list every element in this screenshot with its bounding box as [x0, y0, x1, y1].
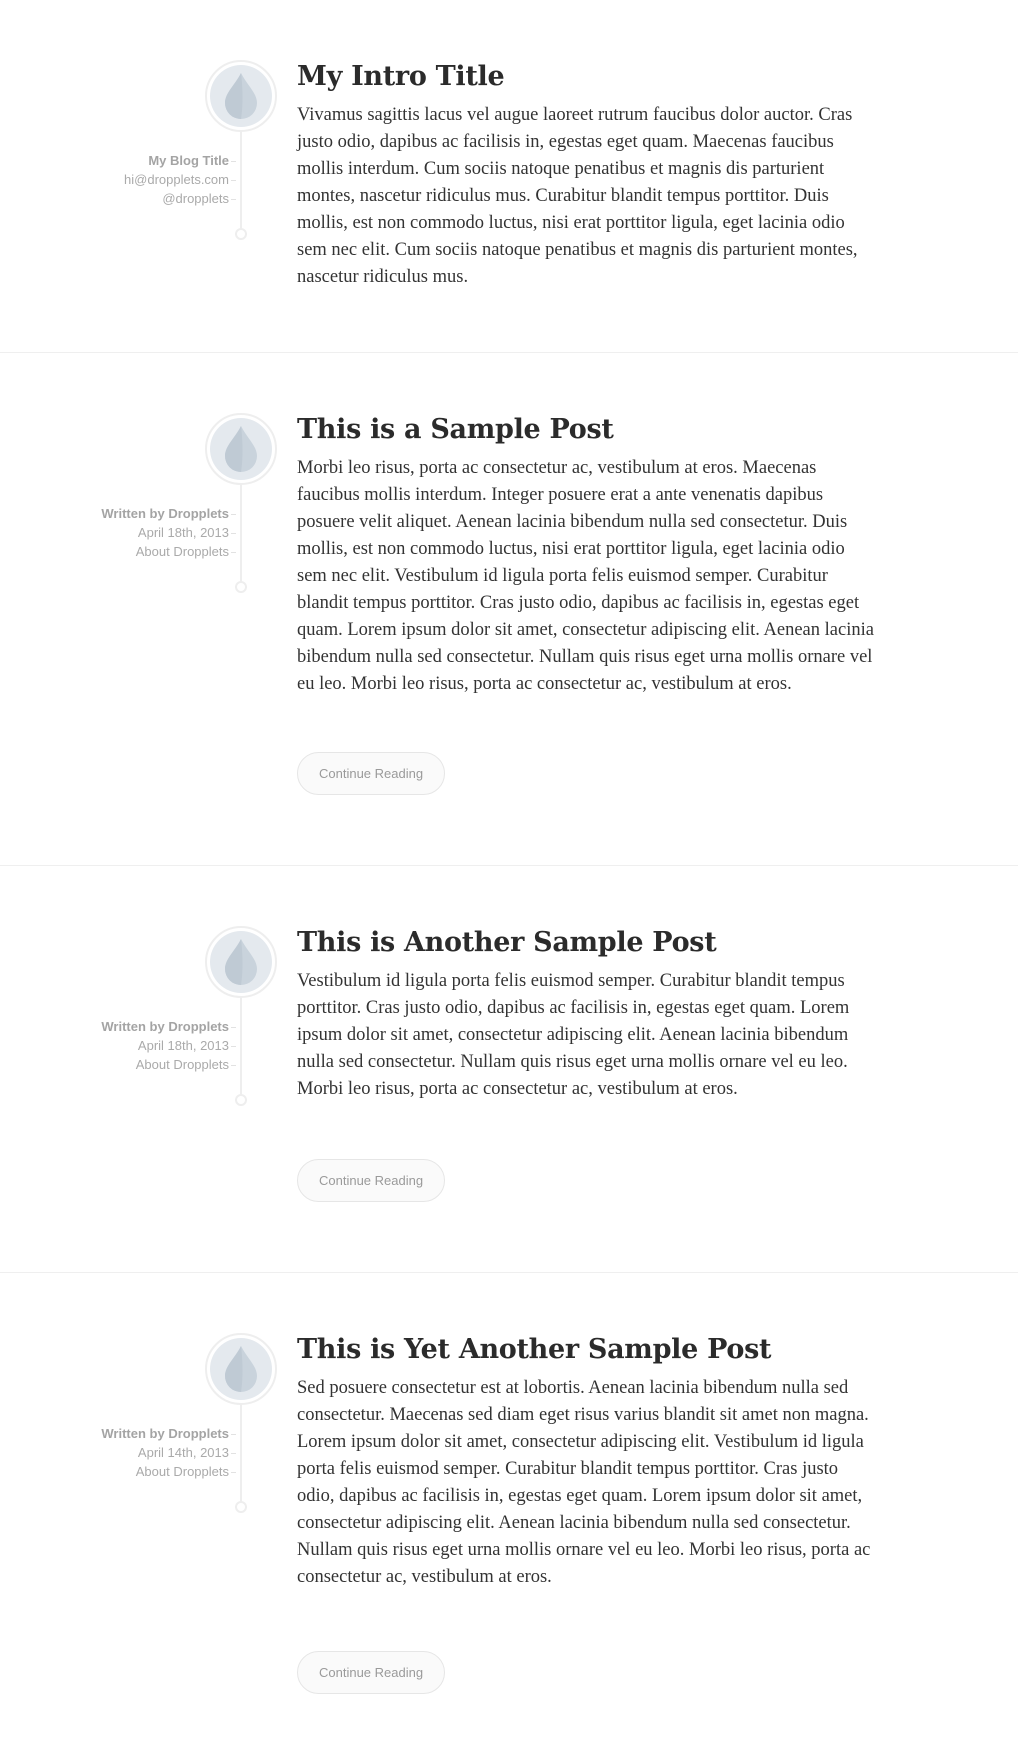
post-body: Morbi leo risus, porta ac consectetur ac…: [297, 458, 874, 694]
droplet-icon: [225, 939, 257, 985]
blog-twitter[interactable]: @dropplets: [124, 189, 236, 208]
timeline-end-dot: [235, 581, 247, 593]
post-meta: Written by Dropplets April 18th, 2013 Ab…: [101, 1017, 236, 1074]
continue-reading-button[interactable]: Continue Reading: [297, 1651, 446, 1694]
post-category-link[interactable]: About Dropplets: [101, 542, 236, 561]
post-category-link[interactable]: About Dropplets: [101, 1055, 236, 1074]
post-body: Sed posuere consectetur est at lobortis.…: [297, 1378, 871, 1587]
post-title[interactable]: This is Yet Another Sample Post: [297, 1333, 771, 1367]
intro-title: My Intro Title: [297, 61, 505, 92]
avatar: [205, 413, 277, 485]
post-title[interactable]: This is a Sample Post: [297, 413, 614, 447]
timeline-end-dot: [235, 1094, 247, 1106]
post-date: April 18th, 2013: [101, 1036, 236, 1055]
post-title[interactable]: This is Another Sample Post: [297, 926, 717, 960]
intro-meta: My Blog Title hi@dropplets.com @dropplet…: [124, 151, 236, 208]
post-author: Written by Dropplets: [101, 1424, 236, 1443]
droplet-icon: [225, 1346, 257, 1392]
post-meta: Written by Dropplets April 14th, 2013 Ab…: [101, 1424, 236, 1481]
post-2: Written by Dropplets April 18th, 2013 Ab…: [0, 866, 1018, 1272]
post-category-link[interactable]: About Dropplets: [101, 1462, 236, 1481]
continue-reading-button[interactable]: Continue Reading: [297, 752, 446, 795]
post-date: April 14th, 2013: [101, 1443, 236, 1462]
blog-email[interactable]: hi@dropplets.com: [124, 170, 236, 189]
post-date: April 18th, 2013: [101, 523, 236, 542]
timeline-line: [240, 132, 242, 232]
timeline-line: [240, 998, 242, 1098]
avatar: [205, 926, 277, 998]
post-3: Written by Dropplets April 14th, 2013 Ab…: [0, 1273, 1018, 1763]
timeline-end-dot: [235, 228, 247, 240]
post-meta: Written by Dropplets April 18th, 2013 Ab…: [101, 504, 236, 561]
post-author: Written by Dropplets: [101, 504, 236, 523]
timeline-line: [240, 1405, 242, 1505]
droplet-icon: [225, 426, 257, 472]
post-1: Written by Dropplets April 18th, 2013 Ab…: [0, 353, 1018, 865]
avatar: [205, 60, 277, 132]
post-author: Written by Dropplets: [101, 1017, 236, 1036]
intro-body: Vivamus sagittis lacus vel augue laoreet…: [297, 105, 858, 287]
blog-title: My Blog Title: [124, 151, 236, 170]
post-body: Vestibulum id ligula porta felis euismod…: [297, 971, 850, 1099]
timeline-line: [240, 485, 242, 585]
continue-reading-button[interactable]: Continue Reading: [297, 1159, 446, 1202]
timeline-end-dot: [235, 1501, 247, 1513]
intro-section: My Blog Title hi@dropplets.com @dropplet…: [0, 0, 1018, 352]
avatar: [205, 1333, 277, 1405]
droplet-icon: [225, 73, 257, 119]
